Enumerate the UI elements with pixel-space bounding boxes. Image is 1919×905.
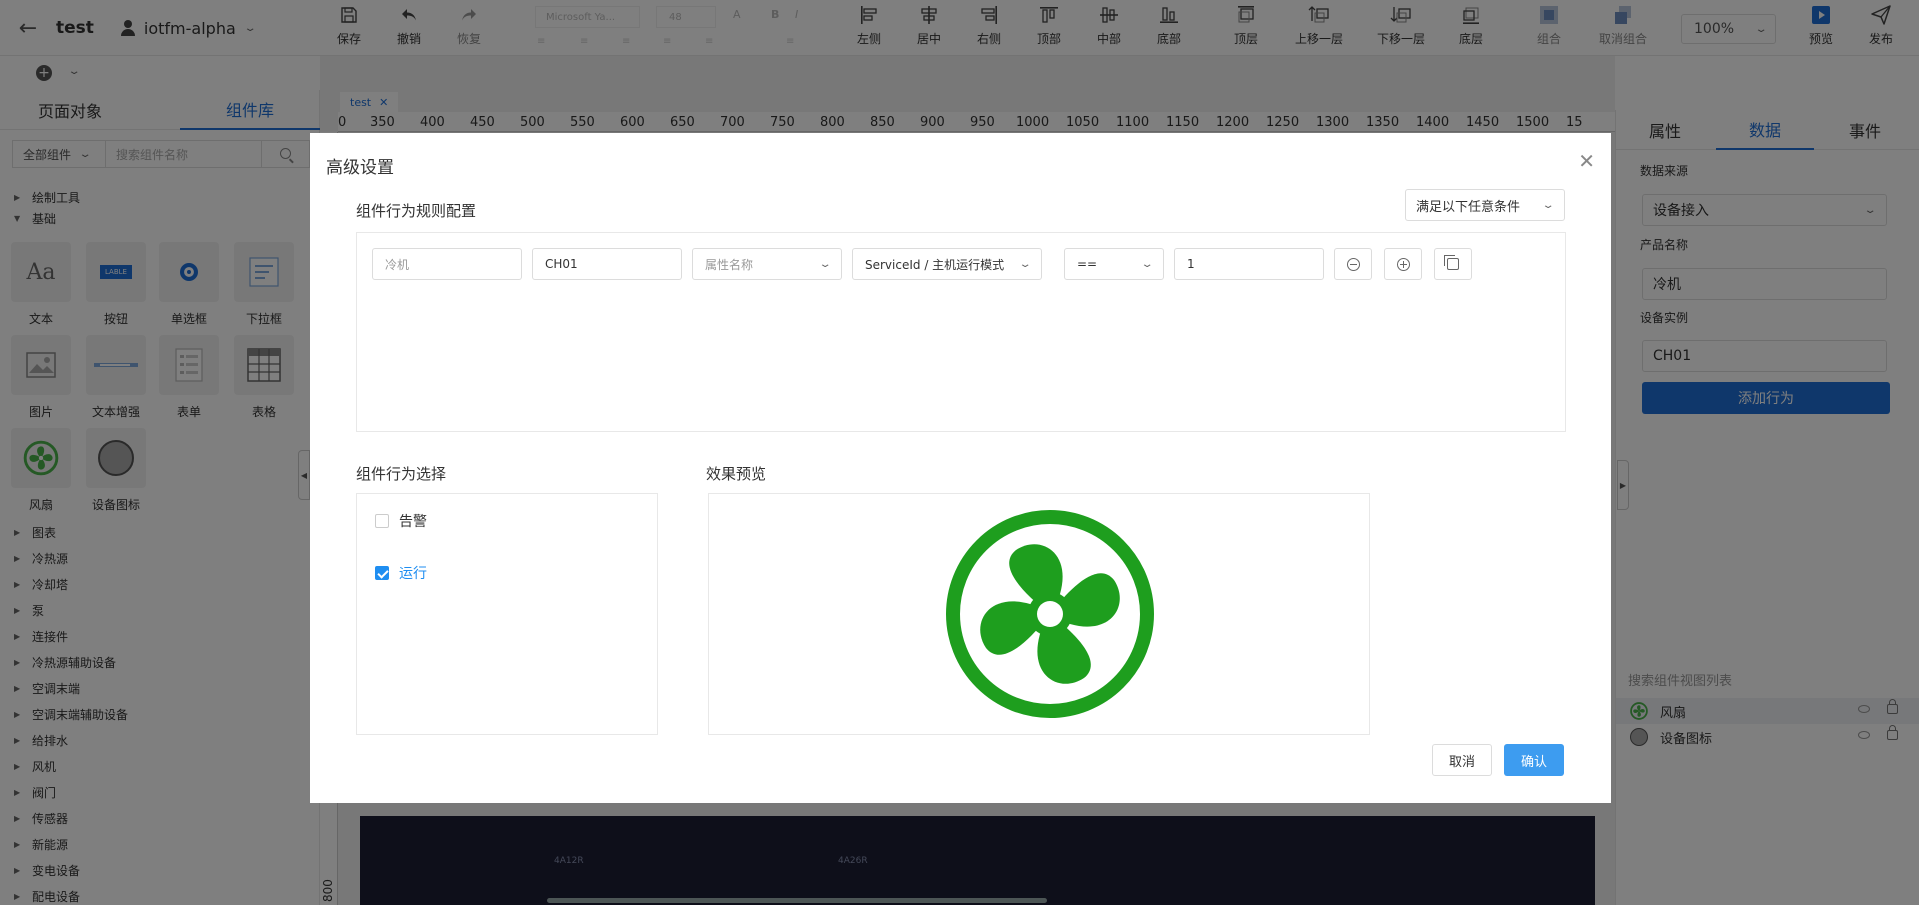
rule-product-input[interactable]: 冷机 (372, 248, 522, 280)
rule-instance-input[interactable]: CH01 (532, 248, 682, 280)
fan-preview-icon (946, 510, 1154, 718)
action-alarm-checkbox[interactable]: 告警 (375, 511, 427, 531)
remove-rule-button[interactable] (1334, 248, 1372, 280)
plus-circle-icon (1396, 257, 1410, 271)
minus-circle-icon (1346, 257, 1360, 271)
rule-attribute-select[interactable]: 属性名称 ⌄ (692, 248, 842, 280)
action-select-box: 告警 运行 (356, 493, 658, 735)
advanced-settings-dialog: 高级设置 ✕ 组件行为规则配置 满足以下任意条件 ⌄ 冷机 CH01 属性名称 … (310, 133, 1611, 803)
add-rule-button[interactable] (1384, 248, 1422, 280)
rule-operator-select[interactable]: == ⌄ (1064, 248, 1164, 280)
preview-section-title: 效果预览 (706, 465, 767, 483)
rule-section-title: 组件行为规则配置 (356, 202, 477, 220)
effect-preview-box (708, 493, 1370, 735)
chevron-down-icon: ⌄ (818, 259, 832, 270)
action-run-checkbox[interactable]: 运行 (375, 563, 427, 583)
cancel-button[interactable]: 取消 (1432, 744, 1492, 776)
rule-service-select[interactable]: ServiceId / 主机运行模式 ⌄ (852, 248, 1042, 280)
copy-rule-button[interactable] (1434, 248, 1472, 280)
checkbox (375, 514, 389, 528)
confirm-button[interactable]: 确认 (1504, 744, 1564, 776)
chevron-down-icon: ⌄ (1140, 259, 1154, 270)
chevron-down-icon: ⌄ (1541, 200, 1555, 211)
action-section-title: 组件行为选择 (356, 465, 447, 483)
chevron-down-icon: ⌄ (1018, 259, 1032, 270)
copy-icon (1444, 255, 1459, 270)
dialog-title: 高级设置 (326, 158, 394, 178)
condition-mode-select[interactable]: 满足以下任意条件 ⌄ (1405, 189, 1565, 221)
rule-value-input[interactable]: 1 (1174, 248, 1324, 280)
close-icon[interactable]: ✕ (1578, 149, 1595, 173)
checkbox-checked (375, 566, 389, 580)
rule-config-box: 冷机 CH01 属性名称 ⌄ ServiceId / 主机运行模式 ⌄ == ⌄… (356, 232, 1566, 432)
